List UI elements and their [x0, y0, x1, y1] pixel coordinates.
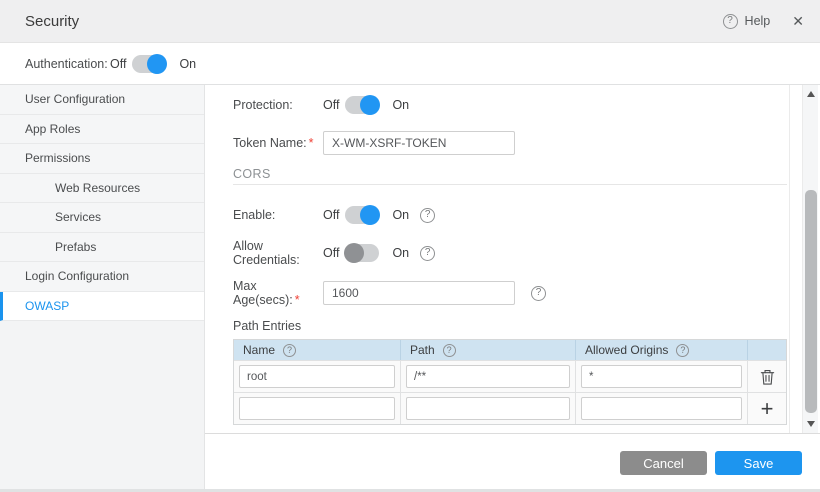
help-icon[interactable]: ?	[723, 14, 738, 29]
titlebar-actions: ? Help ✕	[723, 13, 804, 30]
max-age-label: Max Age(secs):*	[233, 279, 323, 307]
allow-credentials-off-label: Off	[323, 246, 339, 260]
toggle-knob	[360, 205, 380, 225]
path-column-help-icon[interactable]: ?	[443, 344, 456, 357]
path-entries-table: Name ? Path ? Allowed Origins ?	[233, 339, 787, 425]
row1-allowed-origins-input[interactable]	[581, 365, 742, 388]
table-header-row: Name ? Path ? Allowed Origins ?	[234, 340, 786, 360]
token-name-label: Token Name:*	[233, 136, 323, 150]
required-asterisk: *	[295, 293, 300, 307]
enable-label: Enable:	[233, 208, 323, 222]
sidebar-item-owasp[interactable]: OWASP	[0, 292, 204, 322]
authentication-bar: Authentication: Off On	[0, 43, 820, 85]
trash-icon	[760, 369, 775, 385]
toggle-knob	[360, 95, 380, 115]
sidebar-item-user-configuration[interactable]: User Configuration	[0, 85, 204, 115]
toggle-knob	[344, 243, 364, 263]
enable-toggle[interactable]	[345, 206, 379, 224]
toggle-knob	[147, 54, 167, 74]
enable-off-label: Off	[323, 208, 339, 222]
cors-section-title: CORS	[233, 167, 789, 182]
close-icon[interactable]: ✕	[792, 13, 804, 30]
vertical-scrollbar[interactable]	[802, 85, 818, 433]
max-age-input[interactable]	[323, 281, 515, 305]
add-row-button[interactable]: +	[755, 397, 779, 421]
sidebar-item-services[interactable]: Services	[0, 203, 204, 233]
scroll-up-arrow[interactable]	[803, 87, 818, 101]
enable-on-label: On	[392, 208, 409, 222]
allow-credentials-help-icon[interactable]: ?	[420, 246, 435, 261]
protection-toggle[interactable]	[345, 96, 379, 114]
sidebar-item-login-configuration[interactable]: Login Configuration	[0, 262, 204, 292]
max-age-row: Max Age(secs):* ?	[233, 281, 789, 305]
token-name-row: Token Name:*	[233, 131, 789, 155]
column-header-path: Path ?	[401, 340, 576, 360]
allow-credentials-row: Allow Credentials: Off On ?	[233, 243, 789, 263]
row2-allowed-origins-input[interactable]	[581, 397, 742, 420]
path-entries-title: Path Entries	[233, 319, 789, 334]
security-dialog: Security ? Help ✕ Authentication: Off On…	[0, 0, 820, 492]
authentication-off-label: Off	[110, 57, 126, 71]
cors-divider	[233, 184, 787, 185]
max-age-help-icon[interactable]: ?	[531, 286, 546, 301]
scroll-down-arrow[interactable]	[803, 417, 818, 431]
protection-off-label: Off	[323, 98, 339, 112]
page-title: Security	[25, 13, 79, 30]
column-header-name: Name ?	[234, 340, 401, 360]
row1-name-input[interactable]	[239, 365, 395, 388]
allow-credentials-on-label: On	[392, 246, 409, 260]
authentication-label: Authentication:	[25, 57, 110, 71]
cancel-button[interactable]: Cancel	[620, 451, 707, 475]
triangle-down-icon	[807, 421, 815, 427]
triangle-up-icon	[807, 91, 815, 97]
allowed-origins-column-help-icon[interactable]: ?	[676, 344, 689, 357]
name-column-help-icon[interactable]: ?	[283, 344, 296, 357]
protection-row: Protection: Off On	[233, 95, 789, 115]
column-header-allowed-origins: Allowed Origins ?	[576, 340, 748, 360]
sidebar-item-web-resources[interactable]: Web Resources	[0, 174, 204, 204]
row1-path-input[interactable]	[406, 365, 570, 388]
table-row: +	[234, 392, 786, 424]
token-name-input[interactable]	[323, 131, 515, 155]
cors-enable-row: Enable: Off On ?	[233, 205, 789, 225]
owasp-settings-panel: Protection: Off On Token Name:* CORS Ena…	[205, 85, 790, 433]
titlebar: Security ? Help ✕	[0, 0, 820, 43]
plus-icon: +	[761, 398, 774, 420]
authentication-toggle[interactable]	[132, 55, 166, 73]
sidebar-item-permissions[interactable]: Permissions	[0, 144, 204, 174]
authentication-on-label: On	[179, 57, 196, 71]
protection-label: Protection:	[233, 98, 323, 112]
row2-name-input[interactable]	[239, 397, 395, 420]
delete-row-button[interactable]	[755, 365, 779, 389]
sidebar-item-app-roles[interactable]: App Roles	[0, 115, 204, 145]
sidebar: User Configuration App Roles Permissions…	[0, 85, 205, 492]
footer: Cancel Save	[205, 433, 820, 492]
required-asterisk: *	[309, 136, 314, 150]
enable-help-icon[interactable]: ?	[420, 208, 435, 223]
allow-credentials-label: Allow Credentials:	[233, 239, 323, 267]
column-header-actions	[748, 340, 786, 360]
help-button[interactable]: Help	[745, 14, 771, 28]
scrollbar-thumb[interactable]	[805, 190, 817, 413]
sidebar-item-prefabs[interactable]: Prefabs	[0, 233, 204, 263]
protection-on-label: On	[392, 98, 409, 112]
save-button[interactable]: Save	[715, 451, 802, 475]
row2-path-input[interactable]	[406, 397, 570, 420]
table-row	[234, 360, 786, 392]
allow-credentials-toggle[interactable]	[345, 244, 379, 262]
